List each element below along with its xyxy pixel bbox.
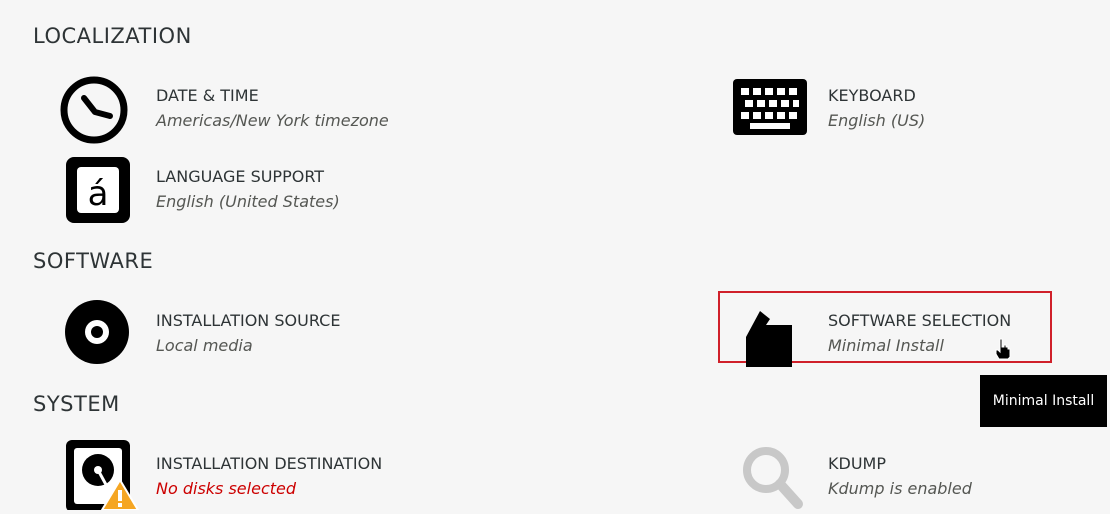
hand-cursor-icon bbox=[994, 338, 1012, 360]
date-time-status: Americas/New York timezone bbox=[156, 111, 389, 130]
clock-icon bbox=[58, 74, 130, 146]
hard-drive-icon bbox=[64, 440, 142, 512]
software-selection-status: Minimal Install bbox=[828, 336, 944, 355]
keyboard-icon bbox=[732, 78, 808, 138]
spoke-language-support[interactable]: á LANGUAGE SUPPORT English (United State… bbox=[58, 153, 458, 229]
keyboard-title: KEYBOARD bbox=[828, 86, 916, 105]
language-icon: á bbox=[64, 155, 132, 225]
installation-destination-status: No disks selected bbox=[156, 479, 297, 498]
tooltip: Minimal Install bbox=[980, 375, 1107, 427]
installation-source-status: Local media bbox=[156, 336, 253, 355]
date-time-title: DATE & TIME bbox=[156, 86, 259, 105]
kdump-title: KDUMP bbox=[828, 454, 886, 473]
package-icon bbox=[744, 307, 796, 369]
spoke-kdump[interactable]: KDUMP Kdump is enabled bbox=[732, 440, 1032, 510]
disc-icon bbox=[64, 299, 130, 365]
spoke-software-selection[interactable]: SOFTWARE SELECTION Minimal Install bbox=[732, 297, 1032, 373]
spoke-installation-destination[interactable]: INSTALLATION DESTINATION No disks select… bbox=[58, 440, 458, 512]
section-system: SYSTEM bbox=[33, 392, 120, 416]
svg-text:á: á bbox=[88, 174, 109, 214]
search-icon bbox=[740, 444, 804, 510]
language-support-title: LANGUAGE SUPPORT bbox=[156, 167, 325, 186]
section-localization: LOCALIZATION bbox=[33, 24, 192, 48]
installation-destination-title: INSTALLATION DESTINATION bbox=[156, 454, 383, 473]
language-support-status: English (United States) bbox=[156, 192, 340, 211]
software-selection-title: SOFTWARE SELECTION bbox=[828, 311, 1012, 330]
installation-source-title: INSTALLATION SOURCE bbox=[156, 311, 341, 330]
kdump-status: Kdump is enabled bbox=[828, 479, 972, 498]
spoke-installation-source[interactable]: INSTALLATION SOURCE Local media bbox=[58, 297, 458, 373]
keyboard-status: English (US) bbox=[828, 111, 926, 130]
spoke-date-time[interactable]: DATE & TIME Americas/New York timezone bbox=[58, 72, 458, 148]
spoke-keyboard[interactable]: KEYBOARD English (US) bbox=[732, 72, 1052, 148]
section-software: SOFTWARE bbox=[33, 249, 154, 273]
